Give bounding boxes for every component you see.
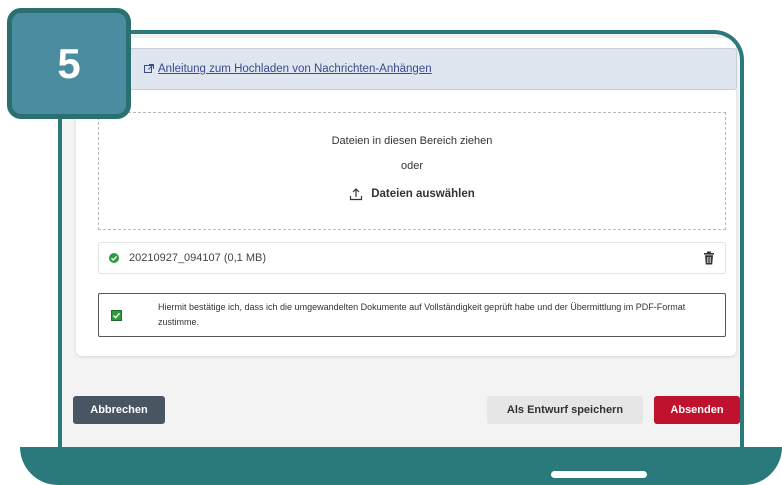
cancel-button[interactable]: Abbrechen <box>73 396 165 424</box>
dropzone-drag-text: Dateien in diesen Bereich ziehen <box>331 135 493 147</box>
checkmark-icon <box>113 312 121 319</box>
send-button[interactable]: Absenden <box>654 396 740 424</box>
external-link-icon <box>144 64 154 73</box>
save-draft-button[interactable]: Als Entwurf speichern <box>487 396 643 424</box>
confirmation-text: Hiermit bestätige ich, dass ich die umge… <box>158 302 686 327</box>
guide-link-bar: Anleitung zum Hochladen von Nachrichten-… <box>111 48 737 90</box>
step-number-badge: 5 <box>7 8 131 119</box>
dropzone-or-text: oder <box>400 160 424 172</box>
attachment-row: 20210927_094107 (0,1 MB) <box>98 242 726 274</box>
laptop-trackpad-slot <box>551 471 647 478</box>
file-dropzone[interactable]: Dateien in diesen Bereich ziehen oder Da… <box>98 112 726 230</box>
upload-card: Anleitung zum Hochladen von Nachrichten-… <box>76 38 737 356</box>
select-files-button[interactable]: Dateien auswählen <box>99 187 725 201</box>
select-files-label: Dateien auswählen <box>371 188 475 200</box>
check-circle-icon <box>109 253 119 263</box>
attachment-name: 20210927_094107 (0,1 MB) <box>129 252 266 264</box>
laptop-screen-frame: Anleitung zum Hochladen von Nachrichten-… <box>58 30 744 448</box>
guide-link[interactable]: Anleitung zum Hochladen von Nachrichten-… <box>144 63 432 75</box>
trash-icon[interactable] <box>703 251 715 265</box>
laptop-base <box>20 447 782 485</box>
upload-icon <box>350 188 363 201</box>
confirmation-box: Hiermit bestätige ich, dass ich die umge… <box>98 293 726 337</box>
guide-link-label: Anleitung zum Hochladen von Nachrichten-… <box>158 63 432 75</box>
confirmation-checkbox[interactable] <box>111 309 122 321</box>
